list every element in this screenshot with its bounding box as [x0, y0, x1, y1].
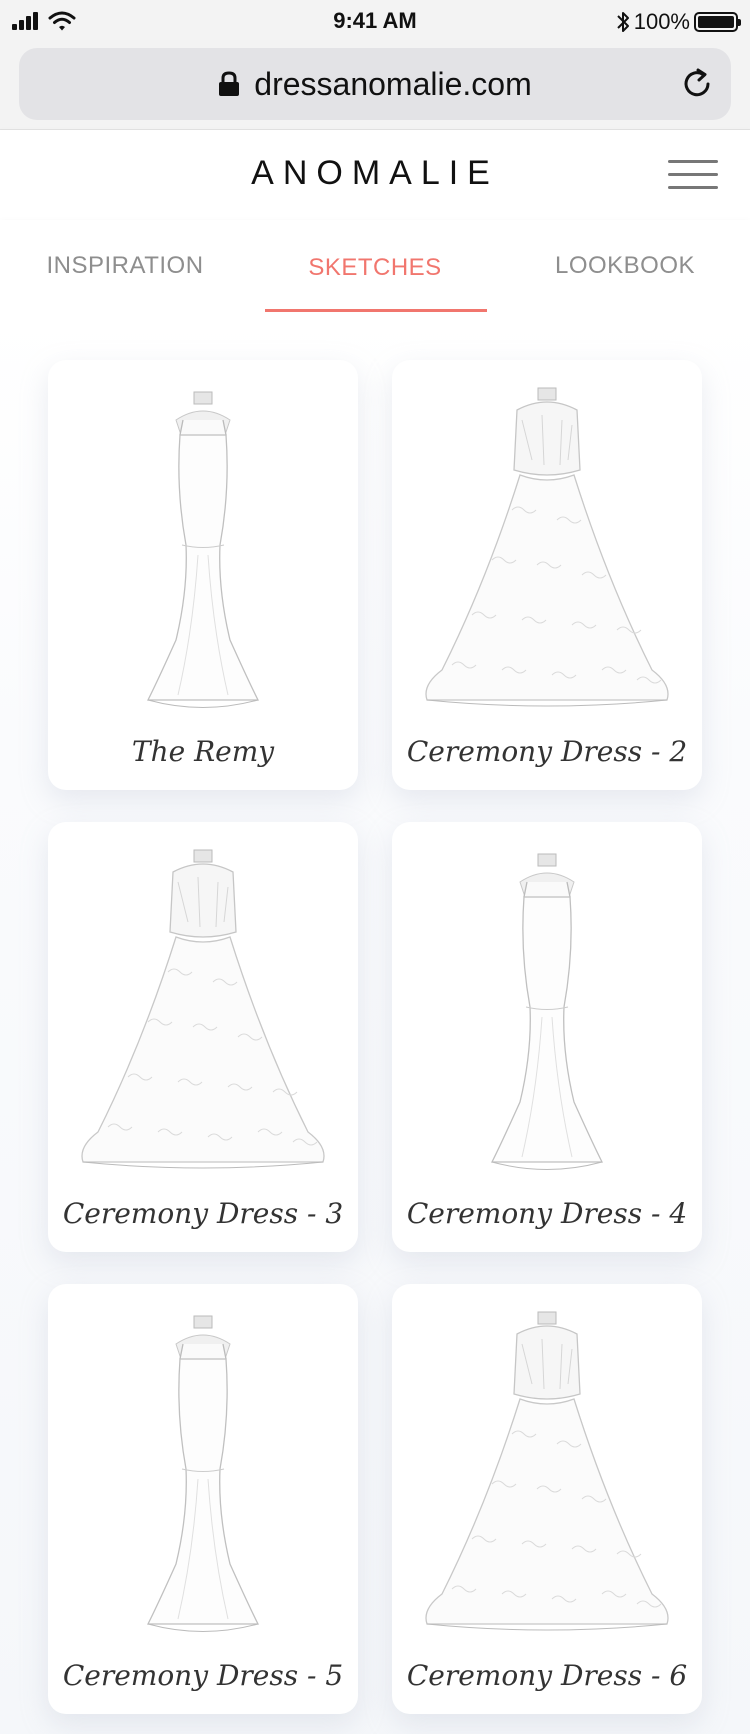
- url-text: dressanomalie.com: [254, 65, 532, 102]
- site-header: ANOMALIE: [0, 130, 750, 220]
- dress-sketch-image: [146, 1315, 260, 1632]
- battery-icon: [694, 12, 741, 32]
- dress-card[interactable]: Ceremony Dress - 5: [48, 1284, 358, 1714]
- dress-card[interactable]: Ceremony Dress - 2: [392, 360, 702, 790]
- dress-title: Ceremony Dress - 2: [406, 735, 688, 768]
- dress-sketch-image: [425, 1311, 669, 1631]
- sketch-grid: The Remy Ceremony Dress - 2 Ceremony Dre…: [0, 312, 750, 1734]
- status-bar: 9:41 AM 100%: [0, 0, 750, 44]
- tab-inspiration[interactable]: INSPIRATION: [0, 220, 250, 312]
- dress-sketch-image: [490, 853, 604, 1170]
- dress-title: Ceremony Dress - 5: [62, 1659, 344, 1692]
- dress-card[interactable]: The Remy: [48, 360, 358, 790]
- hamburger-menu-icon[interactable]: [668, 158, 718, 192]
- section-tabs: INSPIRATION SKETCHES LOOKBOOK: [0, 220, 750, 312]
- dress-sketch-image: [425, 387, 669, 707]
- brand-logo[interactable]: ANOMALIE: [0, 154, 750, 193]
- dress-title: Ceremony Dress - 3: [62, 1197, 344, 1230]
- dress-sketch-image: [146, 391, 260, 708]
- bluetooth-icon: [617, 12, 629, 32]
- battery-percent: 100%: [633, 9, 690, 34]
- dress-title: Ceremony Dress - 4: [406, 1197, 688, 1230]
- dress-card[interactable]: Ceremony Dress - 3: [48, 822, 358, 1252]
- dress-card[interactable]: Ceremony Dress - 6: [392, 1284, 702, 1714]
- dress-title: Ceremony Dress - 6: [406, 1659, 688, 1692]
- tab-lookbook[interactable]: LOOKBOOK: [500, 220, 750, 312]
- tab-sketches[interactable]: SKETCHES: [250, 220, 500, 312]
- lock-icon: [219, 71, 240, 96]
- address-bar[interactable]: dressanomalie.com: [19, 48, 731, 120]
- reload-icon[interactable]: [679, 66, 715, 102]
- browser-toolbar: dressanomalie.com: [0, 44, 750, 130]
- dress-title: The Remy: [131, 735, 275, 768]
- dress-sketch-image: [81, 849, 325, 1169]
- dress-card[interactable]: Ceremony Dress - 4: [392, 822, 702, 1252]
